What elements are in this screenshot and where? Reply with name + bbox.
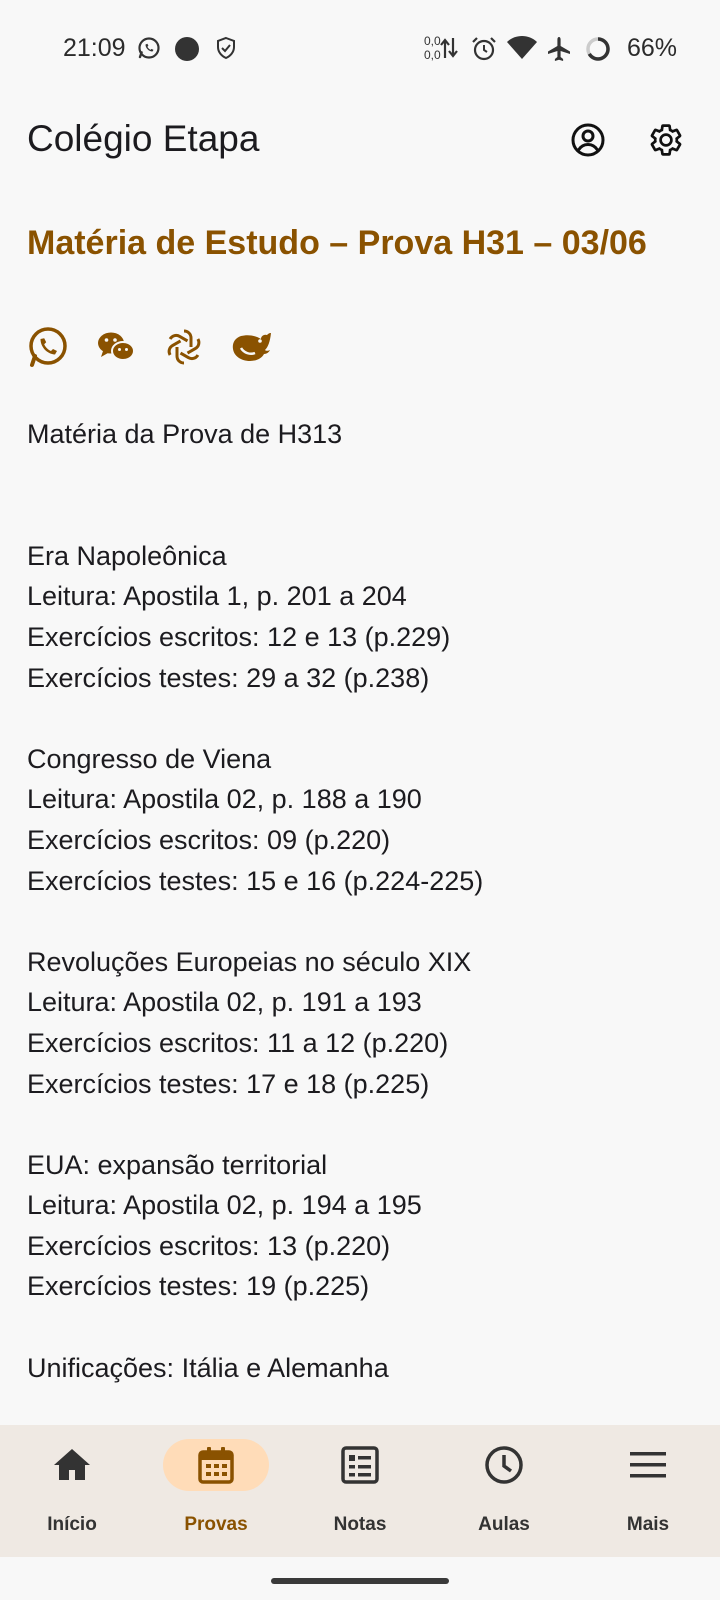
content-line: Leitura: Apostila 02, p. 194 a 195 [27,1190,422,1221]
status-bar: 21:09 0,0 0,0 66% [0,0,720,100]
gesture-handle[interactable] [271,1578,449,1584]
alarm-icon [471,36,497,67]
content-line: Leitura: Apostila 02, p. 188 a 190 [27,784,422,815]
content-line [27,1307,707,1348]
share-deepseek-button[interactable] [231,326,273,368]
settings-button[interactable] [646,120,686,160]
nav-item-mais[interactable]: Mais [576,1425,720,1557]
nav-label: Aulas [478,1514,530,1535]
data-arrows-icon [440,36,458,65]
nav-label: Início [47,1514,97,1535]
account-button[interactable] [568,120,608,160]
status-time: 21:09 [63,34,126,62]
battery-percent: 66% [627,34,678,62]
wifi-icon [507,36,537,65]
nav-label: Mais [626,1514,670,1535]
menu-icon [630,1452,666,1478]
content-line: Leitura: Apostila 02, p. 191 a 193 [27,987,422,1018]
account-icon [571,123,605,157]
nav-item-notas[interactable]: Notas [288,1425,432,1557]
content-line: Congresso de Viena [27,743,272,774]
content-line [27,495,707,536]
calendar-icon [198,1447,234,1484]
share-whatsapp-button[interactable] [27,326,69,368]
clock-icon [485,1446,523,1484]
content-line: Exercícios testes: 19 (p.225) [27,1271,370,1302]
nav-item-inicio[interactable]: Início [0,1425,144,1557]
content-line: Exercícios escritos: 12 e 13 (p.229) [27,621,451,652]
content-line: Matéria da Prova de H313 [27,419,343,449]
airplane-icon [546,36,572,67]
content-line: Exercícios testes: 15 e 16 (p.224-225) [27,865,484,896]
grades-list-icon [341,1446,379,1484]
content-line: Leitura: Apostila 1, p. 201 a 204 [27,581,407,612]
share-wechat-button[interactable] [95,326,137,368]
wechat-icon [98,332,135,361]
bottom-navigation: Início Provas Notas Aulas Mais [0,1425,720,1557]
exam-content: Matéria da Prova de H313 Era Napoleônica… [27,414,707,1388]
dot-icon [174,36,200,67]
home-icon [54,1449,90,1480]
content-line [27,901,707,942]
nav-label: Notas [333,1514,387,1535]
content-line: Exercícios testes: 29 a 32 (p.238) [27,662,430,693]
whatsapp-notification-icon [137,36,161,65]
content-line: Era Napoleônica [27,540,227,571]
content-line: Exercícios escritos: 13 (p.220) [27,1230,391,1261]
battery-ring-icon [585,36,611,67]
page-title: Matéria de Estudo – Prova H31 – 03/06 [27,224,647,262]
net-up-value: 0,0 [424,34,441,48]
deepseek-icon [232,333,271,361]
content-line [27,698,707,739]
nav-item-provas[interactable]: Provas [144,1425,288,1557]
whatsapp-icon [29,327,67,367]
content-line: Exercícios escritos: 11 a 12 (p.220) [27,1027,449,1058]
net-down-value: 0,0 [424,48,441,62]
shield-icon [215,36,237,65]
app-title: Colégio Etapa [27,118,260,159]
settings-icon [650,124,682,156]
nav-label: Provas [184,1514,248,1535]
content-line: Exercícios escritos: 09 (p.220) [27,824,391,855]
content-line [27,1104,707,1145]
network-speed: 0,0 0,0 [424,34,441,62]
content-line: Revoluções Europeias no século XIX [27,946,472,977]
content-line: EUA: expansão territorial [27,1149,328,1180]
content-line: Exercícios testes: 17 e 18 (p.225) [27,1068,430,1099]
content-line [27,455,707,496]
chatgpt-icon [167,329,201,365]
content-line: Unificações: Itália e Alemanha [27,1352,389,1383]
nav-item-aulas[interactable]: Aulas [432,1425,576,1557]
share-chatgpt-button[interactable] [163,326,205,368]
